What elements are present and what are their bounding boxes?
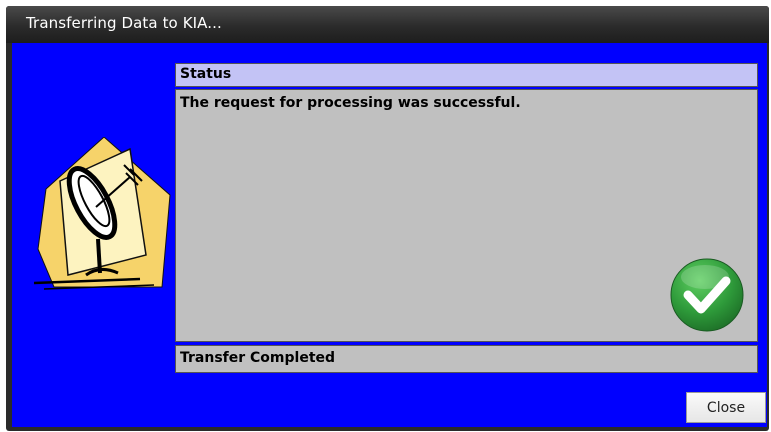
checkmark-success-icon	[670, 258, 744, 332]
satellite-dish-icon	[34, 137, 171, 290]
window-title: Transferring Data to KIA...	[26, 14, 222, 32]
dialog-body: Status The request for processing was su…	[12, 43, 767, 427]
close-button[interactable]: Close	[686, 392, 766, 423]
transfer-status-bar: Transfer Completed	[175, 345, 758, 373]
status-header-label: Status	[180, 66, 232, 82]
transfer-status-label: Transfer Completed	[180, 350, 336, 366]
transfer-dialog: Transferring Data to KIA... Status The r…	[6, 6, 769, 431]
title-bar[interactable]: Transferring Data to KIA...	[6, 6, 769, 43]
status-message: The request for processing was successfu…	[180, 95, 521, 111]
message-panel: The request for processing was successfu…	[175, 89, 758, 342]
status-header: Status	[175, 63, 758, 87]
